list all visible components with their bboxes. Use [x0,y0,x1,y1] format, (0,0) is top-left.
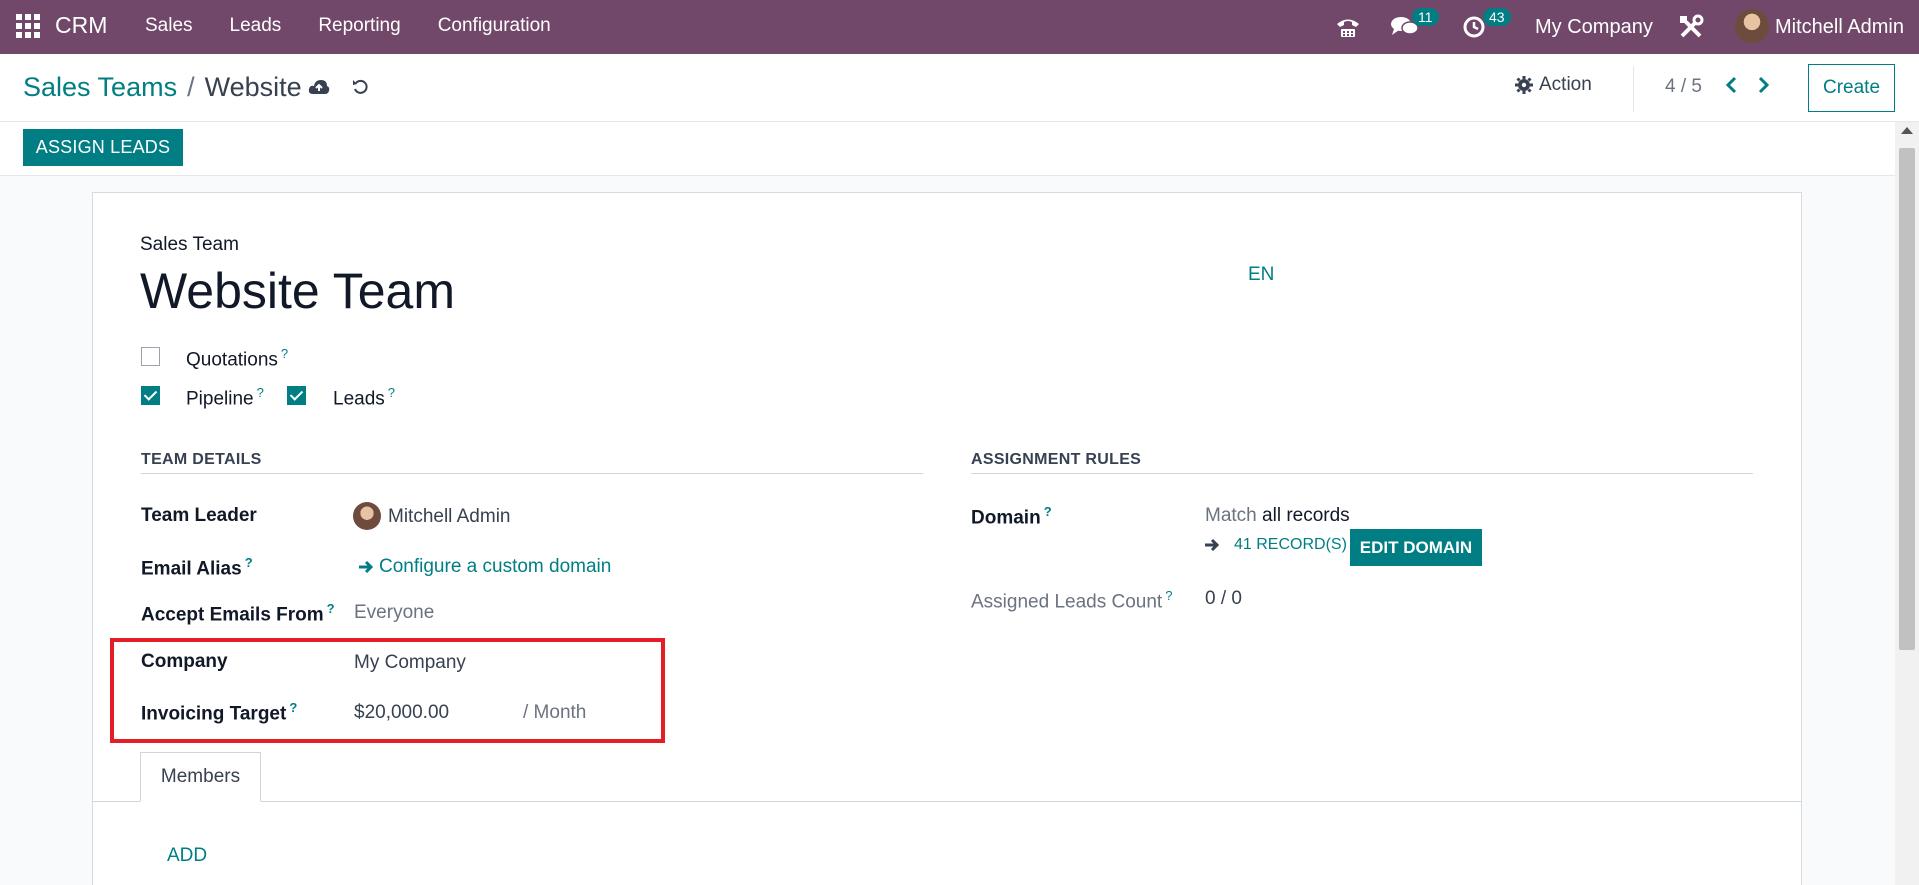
action-label: Action [1539,74,1592,95]
help-tooltip-icon: ? [244,555,253,570]
debug-tools-icon[interactable] [1677,0,1705,54]
undo-icon[interactable] [352,78,370,100]
breadcrumb: Sales Teams / Website [23,72,302,103]
quotations-checkbox[interactable] [141,347,160,366]
accept-emails-label: Accept Emails From? [141,601,335,626]
user-avatar[interactable] [1735,9,1769,43]
leads-label: Leads? [333,385,396,410]
menu-leads[interactable]: Leads [230,15,282,37]
add-member-link[interactable]: ADD [167,845,207,867]
chevron-right-icon[interactable] [1757,76,1771,98]
team-leader-avatar [353,502,381,530]
team-name-label: Sales Team [140,234,239,255]
configure-domain-link[interactable]: Configure a custom domain [358,556,611,578]
assign-leads-button[interactable]: ASSIGN LEADS [23,129,183,166]
domain-summary: Match all records [1205,505,1350,526]
apps-grid-icon[interactable] [16,14,40,38]
phone-icon[interactable] [1335,0,1361,54]
help-tooltip-icon: ? [256,385,264,400]
help-tooltip-icon: ? [326,601,335,616]
breadcrumb-parent[interactable]: Sales Teams [23,72,177,103]
scroll-thumb[interactable] [1899,148,1915,650]
help-tooltip-icon: ? [1165,588,1173,603]
menu-reporting[interactable]: Reporting [318,15,400,37]
assignment-rules-title: ASSIGNMENT RULES [971,451,1142,468]
menu-sales[interactable]: Sales [145,15,193,37]
assigned-leads-count: 0 / 0 [1205,588,1242,609]
breadcrumb-current: Website [204,72,302,102]
messages-icon[interactable] [1390,0,1420,54]
assigned-leads-count-label: Assigned Leads Count? [971,588,1173,613]
help-tooltip-icon: ? [280,346,289,361]
accept-emails-field[interactable]: Everyone [354,602,434,624]
breadcrumb-separator: / [187,72,195,102]
menu-configuration[interactable]: Configuration [438,15,551,37]
top-navbar: CRM Sales Leads Reporting Configuration … [0,0,1919,54]
team-leader-label: Team Leader [141,505,257,526]
pager-value[interactable]: 4 / 5 [1665,76,1702,98]
team-name-field[interactable]: Website Team [140,262,455,320]
help-tooltip-icon: ? [387,385,396,400]
gear-icon [1515,76,1533,94]
email-alias-label: Email Alias? [141,555,253,580]
assignment-rules-divider [971,473,1753,474]
quotations-label: Quotations? [186,346,289,371]
records-link[interactable]: 41 RECORD(S) [1204,536,1347,554]
highlight-annotation [110,638,665,743]
vertical-scrollbar[interactable] [1895,122,1919,885]
language-toggle[interactable]: EN [1248,264,1274,286]
edit-domain-button[interactable]: EDIT DOMAIN [1350,529,1482,566]
activity-badge: 43 [1483,8,1511,26]
pipeline-checkbox[interactable] [141,386,160,405]
domain-label: Domain? [971,504,1052,529]
company-switcher[interactable]: My Company [1535,0,1653,54]
tab-bar-line [93,801,1801,802]
team-details-divider [141,473,923,474]
tab-members[interactable]: Members [140,752,261,802]
create-button[interactable]: Create [1808,64,1895,112]
form-statusbar: ASSIGN LEADS [0,122,1895,176]
team-leader-field[interactable]: Mitchell Admin [388,506,511,528]
control-divider [1633,66,1634,112]
leads-checkbox[interactable] [287,386,306,405]
user-menu[interactable]: Mitchell Admin [1775,0,1904,54]
pipeline-label: Pipeline? [186,385,264,410]
control-panel: Sales Teams / Website Action 4 / 5 Creat… [0,54,1919,122]
activity-clock-icon[interactable] [1462,0,1486,54]
arrow-right-icon [359,560,374,574]
chevron-left-icon[interactable] [1724,76,1738,98]
help-tooltip-icon: ? [1043,504,1052,519]
team-details-title: TEAM DETAILS [141,451,262,468]
main-menu: Sales Leads Reporting Configuration [145,15,588,37]
cloud-upload-icon[interactable] [308,78,330,100]
action-menu-button[interactable]: Action [1515,74,1592,96]
messages-badge: 11 [1412,8,1439,26]
scroll-up-arrow-icon[interactable] [1901,127,1913,134]
arrow-right-icon [1205,538,1220,552]
app-brand[interactable]: CRM [55,12,107,39]
